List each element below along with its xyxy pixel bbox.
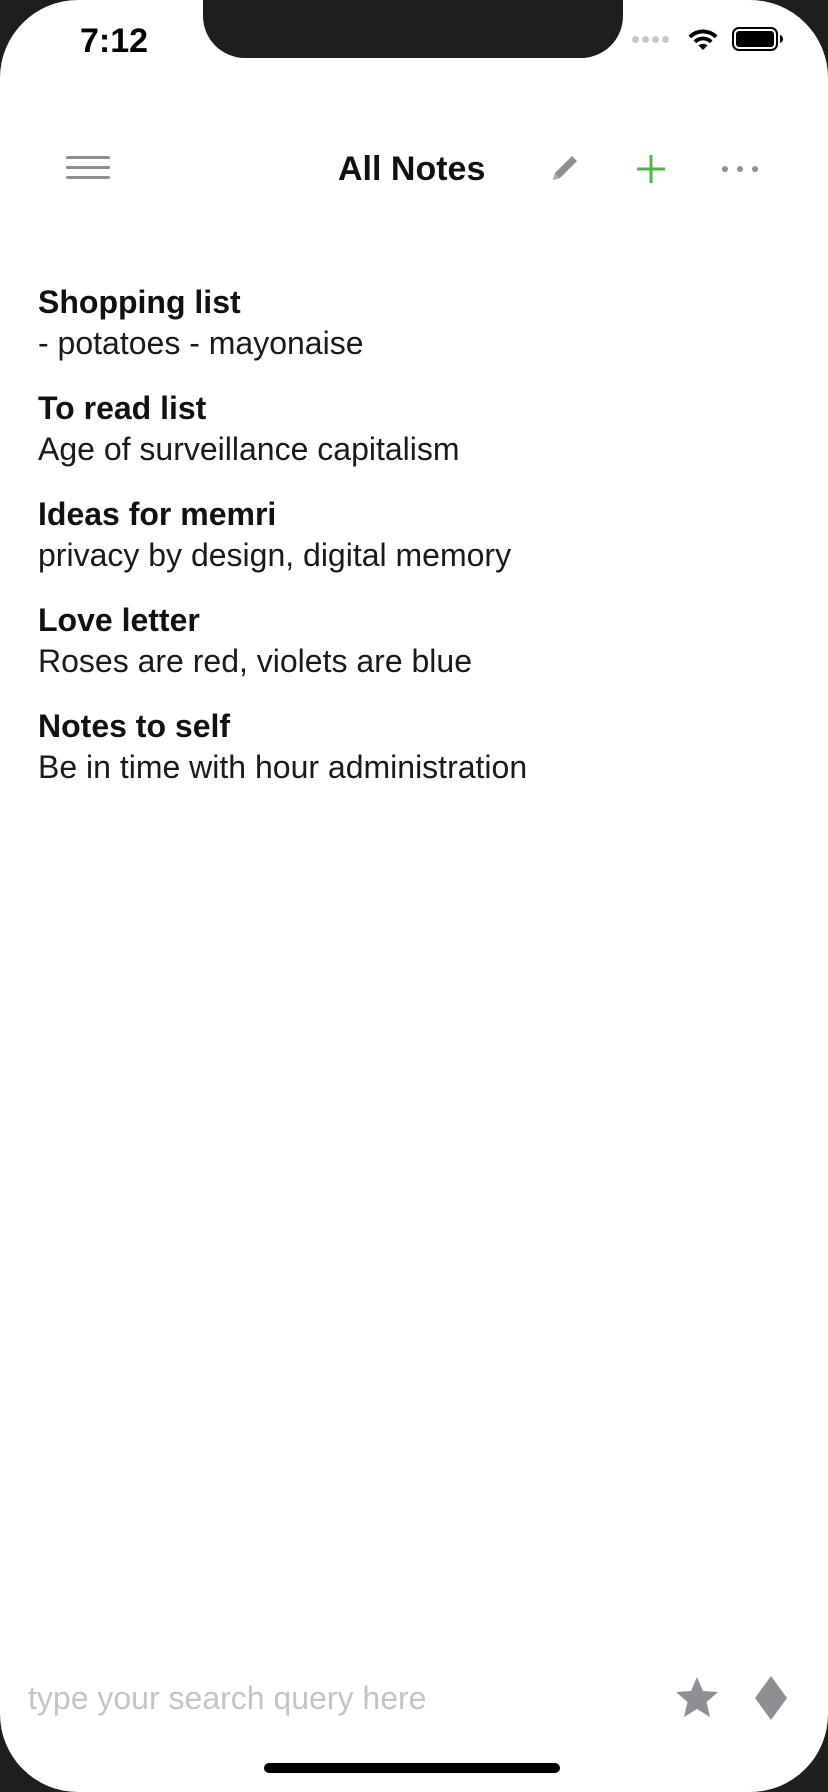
nav-header: All Notes [0,130,828,210]
search-bar [0,1670,828,1726]
list-item[interactable]: Love letter Roses are red, violets are b… [38,600,788,682]
cellular-signal-icon [632,35,672,43]
pencil-icon[interactable] [547,152,581,186]
status-time: 7:12 [80,22,149,60]
note-title: Love letter [38,602,200,638]
star-icon[interactable] [673,1674,721,1722]
note-title: Notes to self [38,708,231,744]
list-item[interactable]: Notes to self Be in time with hour admin… [38,706,788,788]
page-title: All Notes [338,150,486,188]
status-icons [632,26,784,52]
search-input[interactable] [28,1670,628,1726]
note-preview: Roses are red, violets are blue [38,643,472,679]
battery-icon [732,27,783,51]
note-title: Shopping list [38,284,241,320]
wifi-icon [688,29,718,50]
ellipsis-icon[interactable] [722,162,758,176]
notes-list: Shopping list - potatoes - mayonaise To … [38,282,788,812]
note-preview: Be in time with hour administration [38,749,528,785]
list-item[interactable]: To read list Age of surveillance capital… [38,388,788,470]
diamond-icon[interactable] [753,1674,789,1722]
home-indicator [264,1763,560,1773]
device-notch [203,0,623,58]
app-screen: 7:12 All Notes Shopping list - potatoes … [0,0,828,1792]
note-preview: privacy by design, digital memory [38,537,512,573]
note-title: Ideas for memri [38,496,277,532]
plus-icon[interactable] [634,152,668,186]
note-preview: - potatoes - mayonaise [38,325,364,361]
list-item[interactable]: Shopping list - potatoes - mayonaise [38,282,788,364]
note-preview: Age of surveillance capitalism [38,431,460,467]
hamburger-menu-icon[interactable] [66,156,110,184]
note-title: To read list [38,390,207,426]
list-item[interactable]: Ideas for memri privacy by design, digit… [38,494,788,576]
